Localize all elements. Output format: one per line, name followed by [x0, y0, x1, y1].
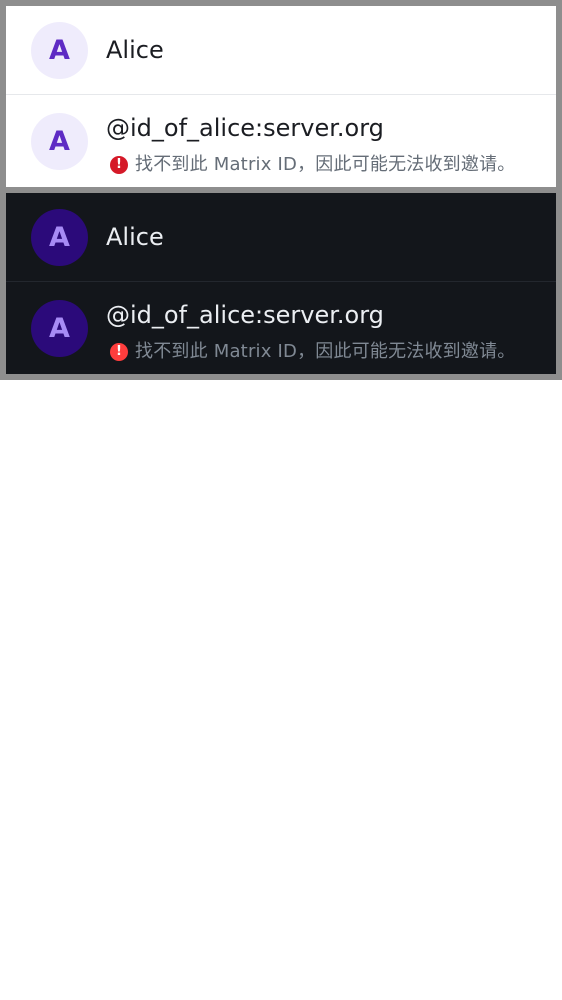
user-row-unknown-id[interactable]: A @id_of_alice:server.org ! 找不到此 Matrix … — [6, 282, 556, 374]
invite-warning-text: 找不到此 Matrix ID，因此可能无法收到邀请。 — [135, 341, 516, 362]
avatar: A — [31, 22, 88, 79]
user-display-name: Alice — [106, 36, 164, 64]
user-row-alice[interactable]: A Alice — [6, 6, 556, 94]
user-row-alice[interactable]: A Alice — [6, 193, 556, 281]
matrix-id: @id_of_alice:server.org — [106, 301, 384, 329]
light-theme-panel: A Alice A @id_of_alice:server.org ! 找不到此… — [6, 6, 556, 187]
invite-warning-text: 找不到此 Matrix ID，因此可能无法收到邀请。 — [135, 154, 516, 175]
avatar: A — [31, 209, 88, 266]
user-display-name: Alice — [106, 223, 164, 251]
avatar: A — [31, 113, 88, 170]
user-row-unknown-id[interactable]: A @id_of_alice:server.org ! 找不到此 Matrix … — [6, 95, 556, 187]
preview-frame: A Alice A @id_of_alice:server.org ! 找不到此… — [0, 0, 562, 380]
error-icon: ! — [110, 343, 128, 361]
matrix-id: @id_of_alice:server.org — [106, 114, 384, 142]
dark-theme-panel: A Alice A @id_of_alice:server.org ! 找不到此… — [6, 193, 556, 374]
error-icon: ! — [110, 156, 128, 174]
avatar: A — [31, 300, 88, 357]
